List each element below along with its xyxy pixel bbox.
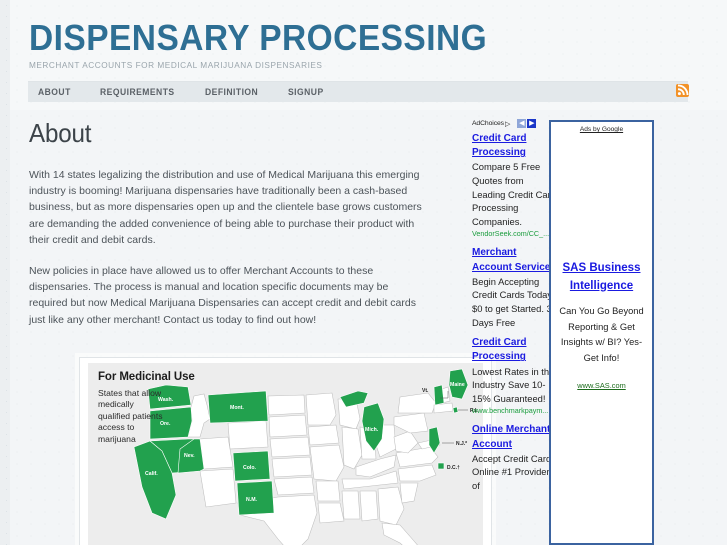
rss-feed-icon[interactable] (676, 84, 689, 97)
adchoices-label[interactable]: AdChoices (472, 120, 504, 127)
site-title: DISPENSARY PROCESSING (29, 17, 488, 58)
text-ad-1-description: Compare 5 Free Quotes from Leading Credi… (472, 161, 556, 227)
map-label-maine: Maine (450, 382, 465, 388)
map-label-mont: Mont. (230, 405, 244, 411)
text-ad-1-url[interactable]: VendorSeek.com/CC_... (472, 228, 558, 239)
map-heading: For Medicinal Use (98, 371, 195, 383)
text-ad-4: Online Merchant Account Accept Credit Ca… (472, 423, 558, 492)
google-text-ads-rail: AdChoices ▷ ◀ ▶ Credit Card Processing C… (472, 118, 558, 500)
adchoices-row: AdChoices ▷ ◀ ▶ (472, 118, 558, 129)
map-label-colo: Colo. (243, 465, 257, 471)
nav-item-definition[interactable]: DEFINITION (205, 87, 258, 97)
nav-list: ABOUT REQUIREMENTS DEFINITION SIGNUP (28, 82, 688, 102)
display-ad-url[interactable]: www.SAS.com (556, 381, 647, 390)
article-paragraph-1: With 14 states legalizing the distributi… (29, 169, 422, 246)
google-display-ad-box: Ads by Google SAS Business Intelligence … (549, 120, 654, 545)
text-ad-3-description: Lowest Rates in the Industry Save 10-15%… (472, 365, 555, 404)
map-legend-text: States that allow medically qualified pa… (98, 388, 163, 444)
nav-item-about[interactable]: ABOUT (38, 87, 71, 97)
display-ad-description: Can You Go Beyond Reporting & Get Insigh… (559, 306, 644, 363)
article-paragraph-2: New policies in place have allowed us to… (29, 265, 416, 326)
state-rhode-island (452, 406, 459, 414)
ad-carousel-controls: ◀ ▶ (517, 119, 537, 128)
map-label-dc: D.C.† (447, 465, 460, 471)
map-label-nm: N.M. (246, 497, 258, 503)
page-title: About (29, 118, 92, 148)
ad-prev-arrow-icon[interactable]: ◀ (517, 119, 527, 128)
browser-page: DISPENSARY PROCESSING MERCHANT ACCOUNTS … (0, 0, 727, 545)
text-ad-1: Credit Card Processing Compare 5 Free Qu… (472, 132, 558, 239)
map-label-calif: Calif. (145, 471, 158, 477)
nav-item-requirements[interactable]: REQUIREMENTS (100, 87, 175, 97)
text-ad-4-title[interactable]: Online Merchant Account (472, 423, 558, 451)
map-label-mich: Mich. (365, 427, 379, 433)
text-ad-3-title[interactable]: Credit Card Processing (472, 336, 558, 364)
site-tagline: MERCHANT ACCOUNTS FOR MEDICAL MARIJUANA … (29, 60, 323, 70)
state-vermont (433, 384, 445, 406)
about-article: About With 14 states legalizing the dist… (29, 118, 449, 343)
text-ad-3: Credit Card Processing Lowest Rates in t… (472, 336, 558, 416)
text-ad-1-title[interactable]: Credit Card Processing (472, 132, 558, 160)
display-ad-title[interactable]: SAS Business Intelligence (556, 260, 647, 295)
map-label-nev: Nev. (184, 453, 195, 459)
map-label-nj: N.J.* (456, 441, 467, 447)
primary-navigation: ABOUT REQUIREMENTS DEFINITION SIGNUP (28, 81, 688, 102)
text-ad-3-url[interactable]: www.benchmarkpaym... (472, 405, 558, 416)
adchoices-triangle-icon: ▷ (504, 120, 511, 128)
text-ad-2: Merchant Account Services Begin Acceptin… (472, 246, 558, 329)
map-canvas: Wash. Mont. Ore. Nev. Calif. Colo. N.M. … (88, 363, 483, 545)
map-label-vt: Vt. (422, 388, 429, 394)
site-branding[interactable]: DISPENSARY PROCESSING MERCHANT ACCOUNTS … (29, 17, 522, 71)
nav-item-signup[interactable]: SIGNUP (288, 87, 324, 97)
text-ad-2-description: Begin Accepting Credit Cards Today! $0 t… (472, 275, 557, 328)
text-ad-4-description: Accept Credit Cards Online #1 Provider o… (472, 452, 556, 491)
ads-by-google-label[interactable]: Ads by Google (551, 126, 652, 133)
ad-next-arrow-icon[interactable]: ▶ (527, 119, 537, 128)
display-ad-body: SAS Business Intelligence Can You Go Bey… (551, 260, 652, 390)
text-ad-2-title[interactable]: Merchant Account Services (472, 246, 558, 274)
medical-marijuana-map-figure: Wash. Mont. Ore. Nev. Calif. Colo. N.M. … (79, 357, 492, 545)
state-dc-swatch (437, 462, 445, 470)
